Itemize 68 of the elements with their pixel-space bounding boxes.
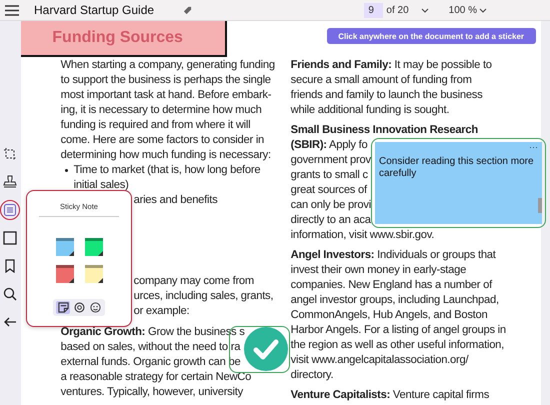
- text-line: ing, it is necessary to determine how much: [60, 103, 262, 118]
- text-line: Venture Capitalists: Venture capital firms: [290, 388, 490, 403]
- bullet-icon: [64, 169, 68, 172]
- text-line: come. Here are some factors to consider in: [60, 133, 264, 148]
- text-line: CommonAngels, Hub Angels, and Boston: [290, 308, 488, 323]
- text-line: a reasonable strategy for certain NewCo: [60, 370, 252, 385]
- text-line: great sources of: [290, 183, 367, 198]
- checkmark-icon[interactable]: [244, 327, 288, 371]
- text-line: directly to an aca: [290, 213, 371, 228]
- text-line: can only be provi: [290, 198, 371, 213]
- text-line: information, visit www.sbir.gov.: [290, 228, 434, 243]
- scrollbar-track[interactable]: [540, 21, 550, 405]
- document-title: Harvard Startup Guide: [34, 3, 154, 17]
- text-line: determining how much funding is necessary:: [60, 148, 271, 163]
- text-line: Time to market (that is, how long before: [74, 163, 260, 178]
- page-number-field[interactable]: 9: [364, 2, 384, 18]
- text-line: When starting a company, generating funding: [60, 58, 275, 73]
- text-line: the region as well as other useful information,: [290, 338, 504, 353]
- text-line: while additional funding is sought.: [290, 103, 450, 118]
- panel-tab[interactable]: [56, 301, 70, 314]
- panel-tab[interactable]: [72, 301, 86, 314]
- text-line: visit www.angelcapitalassociation.org/: [290, 353, 468, 368]
- sticky-note[interactable]: Consider reading this section more carefully ···: [375, 142, 542, 224]
- tag-icon[interactable]: [183, 6, 192, 14]
- search-icon: [3, 287, 18, 301]
- text-line: grants to small c: [290, 168, 368, 183]
- sticky-note-swatch[interactable]: [84, 265, 102, 283]
- section-heading: Funding Sources: [20, 21, 227, 57]
- text-line: urces, including sales, grants,: [134, 289, 274, 304]
- sticky-note-swatch[interactable]: [84, 238, 102, 256]
- text-line: angel investor groups, including Launchpad,: [290, 293, 499, 308]
- zoom-dropdown[interactable]: 100 %: [448, 4, 487, 16]
- text-line: directory.: [290, 368, 334, 383]
- page-count: of 20: [386, 4, 409, 16]
- text-line: company may come from: [134, 274, 254, 289]
- note-icon: [3, 203, 18, 217]
- chevron-down-icon[interactable]: [420, 8, 429, 12]
- text-line: invest their own money in early-stage: [290, 263, 466, 278]
- text-line: initial sales): [74, 178, 129, 193]
- text-line: secure a small amount of funding from: [290, 73, 472, 88]
- square-icon: [3, 231, 18, 245]
- more-menu[interactable]: ···: [529, 142, 538, 152]
- crop-icon: [3, 147, 18, 161]
- menu-icon[interactable]: [5, 4, 19, 16]
- chevron-down-icon: [479, 8, 487, 12]
- text-line: Harbor Angels. For a listing of angel groups in: [290, 323, 506, 338]
- sticky-note-swatch[interactable]: [56, 238, 74, 256]
- text-line: Small Business Innovation Research: [290, 123, 478, 138]
- text-line: most important task at hand. Before embark-: [60, 88, 272, 103]
- panel-tab[interactable]: [88, 301, 102, 314]
- text-line: (SBIR): Apply fo: [290, 138, 368, 153]
- text-line: Friends and Family: It may be possible to: [290, 58, 492, 73]
- back-arrow-icon: [3, 315, 18, 329]
- text-line: ventures. Typically, however, university: [60, 385, 243, 400]
- stamp-icon: [3, 175, 18, 189]
- sticky-note-text: Consider reading this section more carefully: [379, 156, 535, 180]
- text-line: funding is required and from where it will: [60, 118, 250, 133]
- text-line: aries and benefits: [134, 193, 218, 208]
- add-sticker-hint-button[interactable]: Click anywhere on the document to add a sticker: [326, 28, 536, 44]
- text-line: or example:: [134, 304, 190, 319]
- text-line: companies. New England has a number of: [290, 278, 492, 293]
- text-line: based on sales, without the need to ra: [60, 340, 240, 355]
- sticky-note-swatch[interactable]: [56, 265, 74, 283]
- text-line: government prov: [290, 153, 371, 168]
- text-line: friends and family to launch the business: [290, 88, 482, 103]
- bookmark-icon: [3, 259, 18, 273]
- text-line: Angel Investors: Individuals or groups that: [290, 248, 496, 263]
- text-line: to support the business is perhaps the single: [60, 73, 271, 88]
